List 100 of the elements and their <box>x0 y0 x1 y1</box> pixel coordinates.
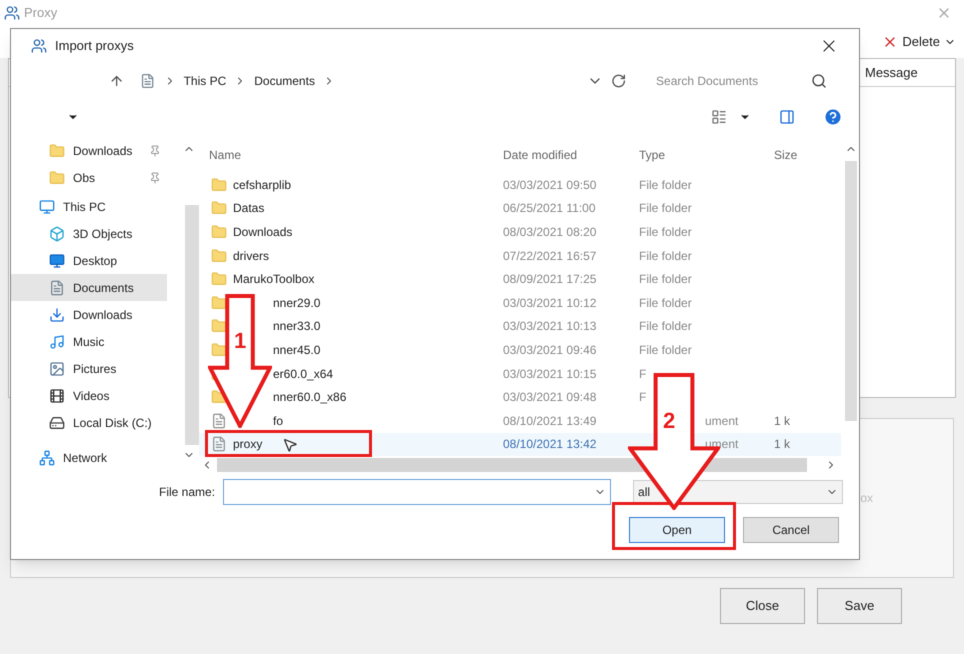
file-name[interactable]: nner29.0 <box>273 294 320 312</box>
file-name[interactable]: Datas <box>233 199 264 218</box>
nav-item[interactable]: Downloads <box>11 137 167 164</box>
file-type: File folder <box>639 200 692 218</box>
file-date: 06/25/2021 11:00 <box>503 200 597 218</box>
scrollbar[interactable] <box>845 161 857 421</box>
file-type: File folder <box>639 176 692 194</box>
film-icon <box>49 388 65 404</box>
dialog-button[interactable]: Cancel <box>743 517 839 543</box>
file-type: File folder <box>639 318 692 336</box>
folder-icon <box>211 248 227 264</box>
picture-icon <box>49 360 65 376</box>
file-date: 08/10/2021 13:49 <box>503 412 598 430</box>
search-field[interactable]: Search Documents <box>648 67 836 95</box>
desktop-icon <box>49 252 65 268</box>
address-bar[interactable]: This PC Documents <box>164 72 603 90</box>
nav-item[interactable]: Obs <box>11 164 167 191</box>
window-title: Proxy <box>24 4 58 22</box>
column-header: Message <box>865 64 919 82</box>
folder-icon <box>211 294 227 311</box>
pin-icon <box>149 144 161 156</box>
file-name[interactable]: er60.0_x64 <box>273 364 334 383</box>
nav-item[interactable]: Videos <box>11 382 167 409</box>
file-date: 08/03/2021 08:20 <box>503 224 598 241</box>
nav-item[interactable]: 3D Objects <box>11 220 167 247</box>
dialog-button[interactable]: Save <box>817 588 902 624</box>
scrollbar[interactable] <box>185 205 199 445</box>
file-date: 08/09/2021 17:25 <box>503 271 598 288</box>
nav-item[interactable]: This PC <box>11 193 167 220</box>
file-name[interactable]: Downloads <box>233 222 292 241</box>
pin-icon <box>149 172 161 184</box>
search-icon[interactable] <box>811 73 828 89</box>
file-name-label: File name: <box>159 484 216 501</box>
file-date: 08/10/2021 13:42 <box>503 436 598 454</box>
view-icon[interactable] <box>711 109 727 125</box>
refresh-icon[interactable] <box>610 73 626 89</box>
file-name-field[interactable] <box>223 479 612 505</box>
file-name[interactable]: nner33.0 <box>273 317 320 336</box>
folder-icon <box>49 142 65 158</box>
nav-item[interactable]: Pictures <box>11 355 167 382</box>
annotation-number: 2 <box>663 410 676 432</box>
app-icon <box>31 38 47 54</box>
folder-icon <box>49 170 65 186</box>
file-type: File folder <box>639 342 692 359</box>
file-name[interactable]: drivers <box>233 246 270 265</box>
file-type: File folder <box>639 224 692 241</box>
file-type: File folder <box>639 248 692 265</box>
file-date: 03/03/2021 10:12 <box>503 294 598 312</box>
file-name[interactable]: proxy <box>233 435 262 454</box>
column-header[interactable]: Name <box>209 146 503 164</box>
file-type: ument <box>705 412 738 430</box>
file-type: File folder <box>639 294 692 312</box>
file-date: 03/03/2021 10:13 <box>503 318 598 336</box>
column-header[interactable]: Type <box>639 146 774 164</box>
dialog-button[interactable]: Open <box>629 517 725 543</box>
column-header[interactable]: Date modified <box>503 146 639 164</box>
file-name[interactable]: fo <box>273 412 284 430</box>
file-size: 1 k <box>774 412 790 430</box>
breadcrumb-item[interactable]: Documents <box>254 72 315 90</box>
text-file-icon <box>211 412 227 429</box>
folder-icon <box>211 271 227 288</box>
nav-item[interactable]: Network <box>11 444 167 471</box>
file-size: 1 k <box>774 436 790 454</box>
file-name[interactable]: nner60.0_x86 <box>273 388 346 406</box>
nav-item[interactable]: Music <box>11 328 167 355</box>
search-input[interactable]: Search Documents <box>656 72 812 90</box>
folder-icon <box>211 318 227 334</box>
nav-item[interactable]: Documents <box>11 274 167 301</box>
file-type: F <box>639 389 646 406</box>
help-icon[interactable] <box>823 107 843 127</box>
dialog-title: Import proxys <box>55 37 134 56</box>
annotation-number: 1 <box>234 330 246 352</box>
folder-icon <box>211 342 227 358</box>
folder-icon <box>211 176 227 193</box>
app-icon <box>4 5 20 21</box>
nav-item[interactable]: Downloads <box>11 301 167 328</box>
folder-icon <box>211 224 227 240</box>
download-icon <box>49 306 65 322</box>
file-type: File folder <box>639 271 692 288</box>
file-date: 03/03/2021 09:50 <box>503 176 598 194</box>
cursor-icon <box>282 437 298 453</box>
file-date: 03/03/2021 09:46 <box>503 342 598 359</box>
file-name[interactable]: nner45.0 <box>273 340 320 359</box>
file-name[interactable]: MarukoToolbox <box>233 270 314 288</box>
file-name[interactable]: cefsharplib <box>233 176 292 194</box>
field-label: ox <box>860 490 873 507</box>
file-date: 03/03/2021 10:15 <box>503 366 598 383</box>
folder-icon <box>211 200 227 216</box>
cube-icon <box>49 226 65 242</box>
monitor-icon <box>39 198 55 214</box>
nav-item[interactable]: Local Disk (C:) <box>11 409 167 436</box>
file-date: 07/22/2021 16:57 <box>503 248 598 265</box>
dialog-button[interactable]: Close <box>720 588 805 624</box>
nav-item[interactable]: Desktop <box>11 247 167 274</box>
breadcrumb-item[interactable]: This PC <box>184 72 226 90</box>
delete-button[interactable]: Delete <box>882 32 956 52</box>
preview-pane-icon[interactable] <box>779 109 795 125</box>
file-date: 03/03/2021 09:48 <box>503 389 598 406</box>
network-icon <box>39 450 55 466</box>
column-header[interactable]: Size <box>774 146 824 164</box>
